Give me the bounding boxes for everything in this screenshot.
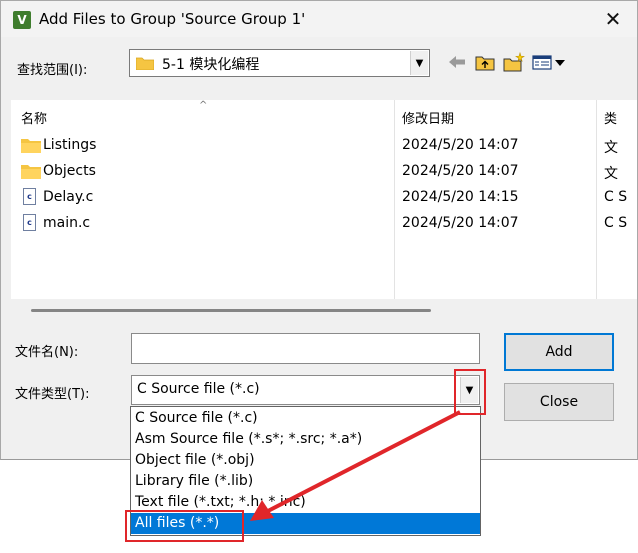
- file-type-value: C Source file (*.c): [137, 381, 260, 397]
- list-item[interactable]: Listings 2024/5/20 14:07 文: [11, 134, 637, 158]
- dialog-title: Add Files to Group 'Source Group 1': [39, 10, 306, 28]
- up-folder-icon[interactable]: [474, 51, 496, 73]
- chevron-down-icon[interactable]: ▼: [410, 51, 428, 75]
- annotation-highlight-dropdown-button: [454, 369, 486, 415]
- file-name: main.c: [43, 215, 91, 231]
- modified-date: 2024/5/20 14:07: [402, 215, 519, 231]
- file-name: Delay.c: [43, 189, 94, 205]
- close-button[interactable]: Close: [504, 383, 614, 421]
- file-name-field[interactable]: [131, 333, 480, 364]
- file-name-label: 文件名(N):: [15, 345, 79, 360]
- modified-date: 2024/5/20 14:15: [402, 189, 519, 205]
- file-type-select[interactable]: C Source file (*.c) ▼: [131, 375, 480, 405]
- file-type-label: 文件类型(T):: [15, 387, 90, 402]
- file-name: Listings: [43, 137, 97, 153]
- close-icon[interactable]: ✕: [603, 7, 623, 31]
- view-menu-icon[interactable]: [531, 51, 567, 73]
- file-name: Objects: [43, 163, 96, 179]
- dropdown-option[interactable]: Object file (*.obj): [131, 450, 480, 471]
- file-list[interactable]: ^ 名称 修改日期 类 Listings 2024/5/20 14:07 文 O…: [11, 100, 637, 299]
- c-file-icon: c: [21, 214, 41, 232]
- list-item[interactable]: c main.c 2024/5/20 14:07 C S: [11, 212, 637, 236]
- file-type: C S: [604, 215, 628, 231]
- look-in-value: 5-1 模块化编程: [162, 57, 260, 73]
- annotation-highlight-all-files: [125, 510, 244, 542]
- list-item[interactable]: Objects 2024/5/20 14:07 文: [11, 160, 637, 184]
- column-header-type[interactable]: 类: [604, 108, 617, 127]
- file-type: 文: [604, 140, 618, 156]
- column-header-name[interactable]: 名称: [21, 108, 47, 127]
- add-files-dialog: V Add Files to Group 'Source Group 1' ✕ …: [0, 0, 638, 460]
- new-folder-icon[interactable]: [502, 51, 526, 73]
- add-button[interactable]: Add: [504, 333, 614, 371]
- back-icon[interactable]: [447, 51, 467, 73]
- folder-icon: [21, 139, 41, 153]
- sort-ascending-icon: ^: [199, 100, 208, 111]
- c-file-icon: c: [21, 188, 41, 206]
- dropdown-option[interactable]: Asm Source file (*.s*; *.src; *.a*): [131, 429, 480, 450]
- folder-icon: [136, 57, 154, 70]
- title-bar: V Add Files to Group 'Source Group 1' ✕: [1, 1, 637, 37]
- dropdown-option[interactable]: Library file (*.lib): [131, 471, 480, 492]
- look-in-combo[interactable]: 5-1 模块化编程 ▼: [129, 49, 430, 77]
- app-icon: V: [13, 11, 31, 29]
- look-in-label: 查找范围(I):: [17, 63, 88, 78]
- modified-date: 2024/5/20 14:07: [402, 163, 519, 179]
- modified-date: 2024/5/20 14:07: [402, 137, 519, 153]
- file-type: 文: [604, 166, 618, 182]
- list-item[interactable]: c Delay.c 2024/5/20 14:15 C S: [11, 186, 637, 210]
- folder-icon: [21, 165, 41, 179]
- file-type: C S: [604, 189, 628, 205]
- column-header-date[interactable]: 修改日期: [402, 108, 454, 127]
- horizontal-scrollbar[interactable]: [31, 309, 431, 312]
- dropdown-option[interactable]: C Source file (*.c): [131, 408, 480, 429]
